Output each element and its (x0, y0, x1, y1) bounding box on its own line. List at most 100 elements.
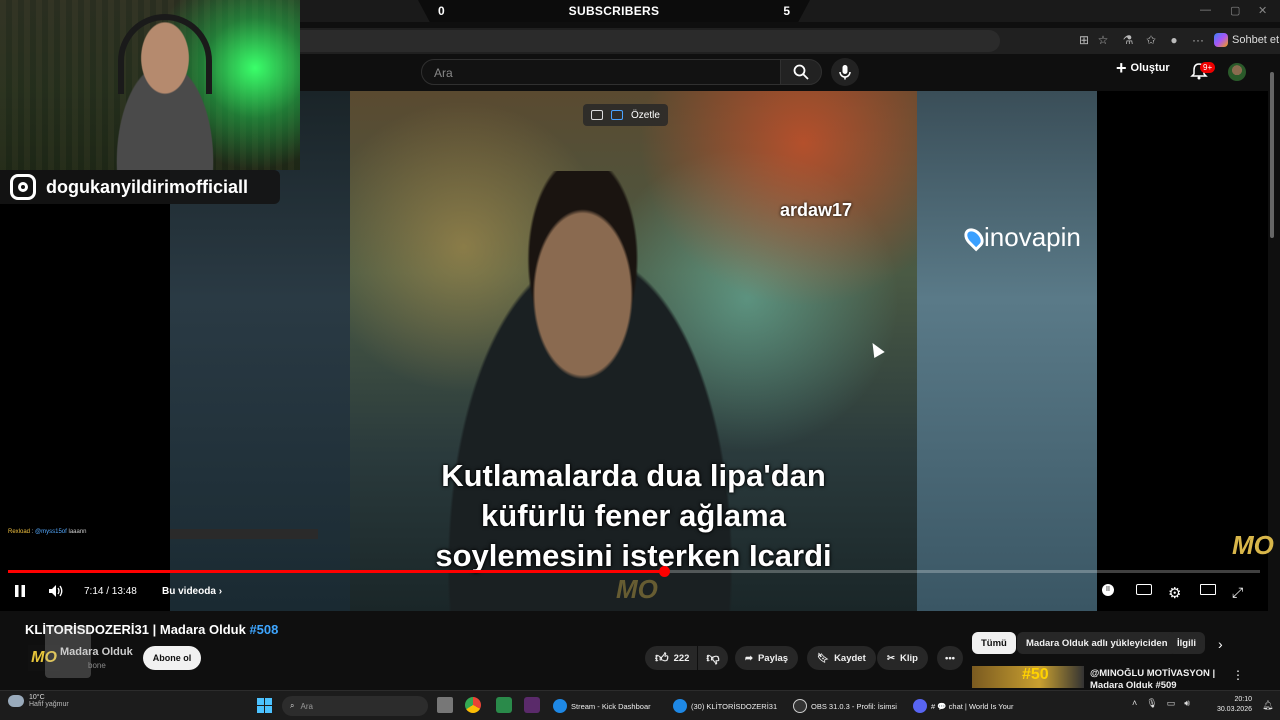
task-label: # 💬 chat | World Is Your (931, 701, 1014, 711)
minimize-icon[interactable]: — (1200, 4, 1211, 16)
maximize-icon[interactable]: ▢ (1230, 4, 1240, 17)
task-label: (30) KLİTORİSDOZERİ31 (691, 701, 778, 711)
captions-button[interactable] (1136, 584, 1152, 595)
favorites-icon[interactable]: ✩ (1143, 32, 1159, 48)
close-icon[interactable]: ✕ (1258, 4, 1267, 17)
weather-widget[interactable]: 10°C Hafif yağmur (8, 694, 69, 708)
copilot-chat-label: Sohbet et (1232, 34, 1280, 46)
clock-date: 30.03.2026 (1216, 706, 1252, 713)
sponsor-name: inovapin (984, 222, 1081, 252)
theater-mode-button[interactable] (1200, 584, 1216, 595)
clip-button[interactable]: ✂ Klip (877, 646, 928, 670)
voice-search-button[interactable] (831, 58, 859, 86)
webcam-overlay (0, 0, 300, 170)
taskbar-task-discord[interactable]: # 💬 chat | World Is Your (913, 697, 1013, 715)
subscriber-label: SUBSCRIBERS (568, 4, 660, 18)
address-bar[interactable] (300, 30, 1000, 52)
weather-desc: Hafif yağmur (29, 701, 69, 708)
chip-related[interactable]: İlgili (1168, 632, 1205, 654)
pip-icon[interactable] (591, 110, 603, 120)
chat-mention: @myss15of (35, 529, 67, 535)
scrubber-handle[interactable] (659, 566, 670, 577)
search-icon (793, 64, 809, 80)
save-button[interactable]: 🔖︎ Kaydet (807, 646, 876, 670)
taskbar-task-kick[interactable]: Stream - Kick Dashboar (553, 697, 651, 715)
task-view-icon[interactable] (437, 697, 453, 713)
theater-icon (1200, 584, 1216, 595)
summarize-button[interactable]: Özetle (631, 110, 660, 121)
instagram-handle: dogukanyildirimofficiall (46, 176, 249, 197)
search-button[interactable] (780, 59, 822, 85)
system-tray: ˄ 🎙︎ ▭ 🔊︎ (1132, 698, 1190, 709)
taskbar-task-youtube[interactable]: (30) KLİTORİSDOZERİ31 (673, 697, 777, 715)
account-avatar[interactable] (1228, 63, 1246, 81)
dislike-button[interactable]: 👎︎ (698, 646, 728, 670)
chip-all[interactable]: Tümü (972, 632, 1016, 654)
chip-from-uploader[interactable]: Madara Olduk adlı yükleyiciden (1017, 632, 1177, 654)
share-icon: ➦ (745, 652, 753, 664)
app-install-icon[interactable]: ⊞ (1076, 32, 1092, 48)
microphone-icon[interactable]: 🎙︎ (1146, 698, 1157, 709)
channel-branding-mark[interactable]: MO (1232, 530, 1274, 561)
share-button[interactable]: ➦ Paylaş (735, 646, 799, 670)
instagram-icon (10, 174, 36, 200)
taskbar-clock[interactable]: 20:10 30.03.2026 (1210, 695, 1252, 715)
edge-icon (673, 699, 687, 713)
cast-icon[interactable] (611, 110, 623, 120)
time-display: 7:14 / 13:48 (84, 586, 137, 597)
subscriber-count-right: 5 (783, 4, 790, 18)
network-icon[interactable]: ▭ (1167, 698, 1176, 709)
create-button[interactable]: + Oluştur (1116, 59, 1170, 77)
task-label: OBS 31.0.3 - Profil: İsimsi (811, 701, 897, 711)
taskbar-search[interactable]: ⌕ Ara (282, 696, 428, 716)
scrollbar-thumb[interactable] (1270, 72, 1274, 238)
subtitle-line: küfürlü fener ağlama (481, 498, 786, 533)
speaker-icon[interactable]: 🔊︎ (1184, 698, 1190, 709)
fullscreen-button[interactable]: ⤢ (1232, 584, 1243, 601)
autoplay-toggle[interactable]: II (1102, 584, 1114, 596)
editor-app-icon[interactable] (524, 697, 540, 713)
chevron-up-icon[interactable]: ˄ (1132, 698, 1137, 709)
create-label: Oluştur (1130, 62, 1170, 74)
video-channel-watermark: MO (616, 574, 658, 604)
recommended-thumbnail[interactable]: #50 (972, 666, 1084, 688)
taskbar-task-obs[interactable]: OBS 31.0.3 - Profil: İsimsi (793, 697, 903, 715)
video-watermark-user: ardaw17 (780, 200, 853, 220)
progress-bar[interactable] (8, 570, 1260, 573)
settings-button[interactable]: ⚙ (1168, 584, 1181, 602)
chrome-icon[interactable] (465, 697, 481, 713)
ellipsis-icon[interactable]: ··· (1190, 32, 1206, 48)
bookmark-icon: 🔖︎ (817, 652, 830, 664)
app-icon[interactable] (496, 697, 512, 713)
like-button[interactable]: 👍︎ 222 (645, 646, 697, 670)
search-input[interactable]: Ara (421, 59, 781, 85)
profile-icon[interactable]: ● (1166, 32, 1182, 48)
chevron-right-icon[interactable]: › (1218, 636, 1223, 652)
share-label: Paylaş (757, 652, 789, 664)
video-subtitles: Kutlamalarda dua lipa'dan küfürlü fener … (350, 456, 917, 576)
subscribe-button[interactable]: Abone ol (143, 646, 201, 670)
subscriber-counter: 0 SUBSCRIBERS 5 (418, 0, 810, 22)
video-title-hashtag[interactable]: #508 (249, 622, 278, 637)
obs-icon (793, 699, 807, 713)
recommended-menu-icon[interactable]: ⋮ (1232, 668, 1244, 682)
extensions-icon[interactable]: ⚗ (1120, 32, 1136, 48)
clock-time: 20:10 (1234, 696, 1252, 703)
page-scrollbar[interactable] (1268, 62, 1276, 238)
start-button[interactable] (257, 698, 272, 713)
recommended-title[interactable]: @MINOĞLU MOTİVASYON | Madara Olduk #509 (1090, 668, 1220, 688)
favorite-star-icon[interactable]: ☆ (1095, 32, 1111, 48)
subtitle-line: Kutlamalarda dua lipa'dan (441, 458, 826, 493)
sponsor-logo: inovapin (960, 222, 1081, 253)
gear-icon: ⚙ (1168, 585, 1182, 602)
copilot-chat-button[interactable]: Sohbet et (1214, 32, 1279, 48)
volume-button[interactable] (48, 584, 64, 598)
progress-played (8, 570, 666, 573)
weather-temp: 10°C (29, 694, 45, 701)
chapters-button[interactable]: Bu videoda › (162, 586, 222, 597)
pause-button[interactable] (14, 584, 26, 598)
channel-name[interactable]: Madara Olduk (60, 646, 133, 658)
more-actions-button[interactable]: ••• (937, 646, 963, 670)
instagram-handle-banner: dogukanyildirimofficiall (0, 170, 280, 204)
notification-center-icon[interactable]: 🔔︎ (1262, 700, 1273, 711)
